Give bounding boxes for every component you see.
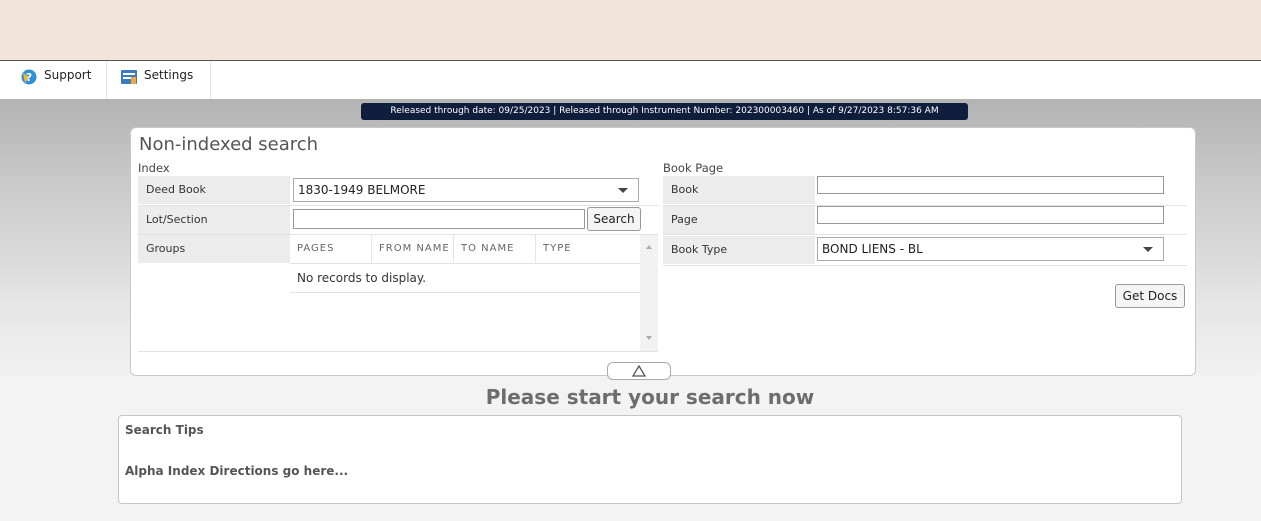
deed-book-value: 1830-1949 BELMORE	[298, 183, 426, 197]
menu-separator	[106, 61, 107, 99]
top-banner	[0, 0, 1261, 60]
book-page-section-label: Book Page	[663, 161, 724, 175]
settings-label: Settings	[144, 68, 194, 82]
grid-header-from-name[interactable]: FROM NAME	[372, 235, 454, 263]
support-menu-item[interactable]: ? Support	[20, 61, 91, 99]
search-tips-title: Search Tips	[125, 423, 204, 437]
grid-row-divider	[290, 292, 640, 293]
search-tips-panel: Search Tips Alpha Index Directions go he…	[118, 415, 1182, 504]
deed-book-dropdown[interactable]: 1830-1949 BELMORE	[293, 178, 639, 202]
menu-bar: ? Support Settings	[0, 60, 1261, 100]
triangle-up-icon	[632, 365, 646, 377]
index-section-label: Index	[138, 161, 170, 175]
non-indexed-search-panel: Non-indexed search Index Deed Book 1830-…	[130, 127, 1196, 376]
settings-icon	[121, 70, 137, 84]
book-label: Book	[663, 176, 815, 204]
deed-book-label: Deed Book	[138, 176, 290, 204]
grid-header-pages[interactable]: PAGES	[290, 235, 372, 263]
chevron-down-icon	[618, 188, 628, 193]
release-info-bar: Released through date: 09/25/2023 | Rele…	[361, 103, 968, 120]
scroll-down-icon[interactable]	[646, 336, 652, 340]
groups-scrollbar[interactable]	[640, 235, 658, 351]
settings-menu-item[interactable]: Settings	[120, 61, 193, 99]
scroll-up-icon[interactable]	[646, 245, 652, 249]
menu-separator	[210, 61, 211, 99]
row-divider	[663, 234, 1187, 235]
page-label: Page	[663, 206, 815, 234]
groups-label: Groups	[138, 235, 290, 263]
support-label: Support	[44, 68, 92, 82]
collapse-panel-button[interactable]	[607, 362, 671, 380]
start-search-message: Please start your search now	[485, 385, 815, 409]
grid-header-divider	[290, 263, 640, 264]
groups-grid: PAGES FROM NAME TO NAME TYPE No records …	[290, 235, 640, 351]
support-icon: ?	[21, 69, 37, 85]
book-input[interactable]	[817, 176, 1164, 194]
panel-title: Non-indexed search	[139, 134, 319, 155]
grid-header-type[interactable]: TYPE	[536, 235, 640, 263]
lot-section-input[interactable]	[293, 209, 585, 229]
book-type-label: Book Type	[663, 236, 815, 264]
svg-text:?: ?	[26, 71, 32, 84]
get-docs-button[interactable]: Get Docs	[1115, 284, 1185, 308]
book-type-dropdown[interactable]: BOND LIENS - BL	[817, 237, 1164, 261]
groups-empty-message: No records to display.	[297, 271, 427, 285]
lot-section-label: Lot/Section	[138, 206, 290, 234]
row-divider	[663, 265, 1187, 266]
chevron-down-icon	[1143, 247, 1153, 252]
search-tips-body: Alpha Index Directions go here...	[125, 464, 349, 478]
grid-bottom-divider	[138, 351, 658, 352]
search-button[interactable]: Search	[587, 207, 641, 231]
page-input[interactable]	[817, 206, 1164, 224]
grid-header-to-name[interactable]: TO NAME	[454, 235, 536, 263]
book-type-value: BOND LIENS - BL	[822, 242, 923, 256]
